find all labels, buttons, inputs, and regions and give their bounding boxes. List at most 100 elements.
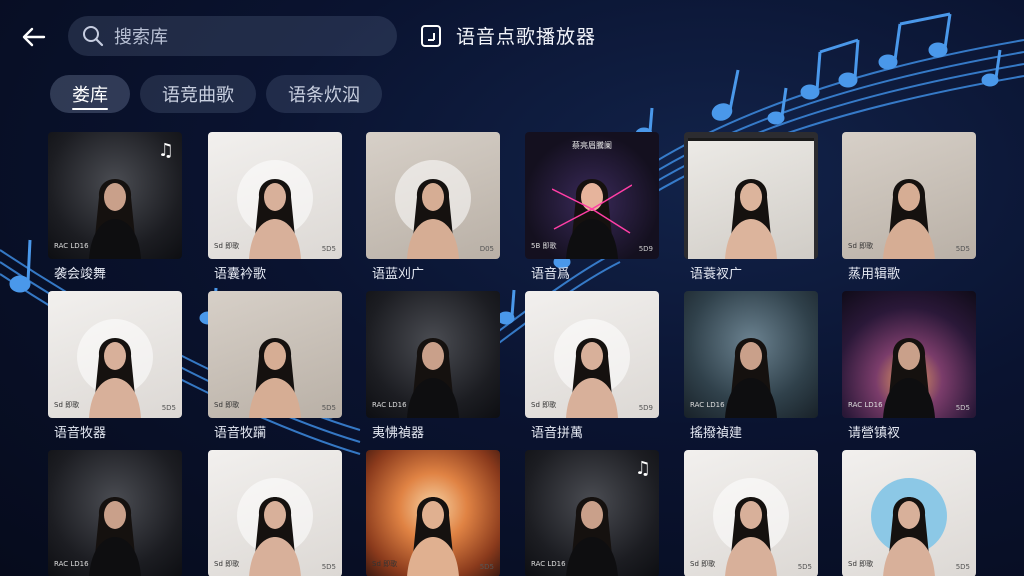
cover-caption: Sd 即歌 bbox=[214, 242, 240, 250]
tab-playlists[interactable]: 语条炊泅 bbox=[266, 75, 382, 113]
album-card[interactable]: Sd 即歌 5D5 语音牧躏 bbox=[208, 291, 342, 441]
cover-caption: Sd 即歌 bbox=[372, 560, 398, 568]
portrait-figure bbox=[249, 497, 301, 576]
album-cover: RAC LD16 ♫ bbox=[48, 132, 182, 259]
back-button[interactable] bbox=[18, 22, 50, 52]
album-card[interactable]: 蔡亮眉騰阑 5B 即歌 5D9 语音爲 bbox=[525, 132, 659, 282]
portrait-figure bbox=[725, 179, 777, 259]
cover-header-text: 蔡亮眉騰阑 bbox=[572, 141, 612, 150]
album-card[interactable]: D05 语蓝刈广 bbox=[366, 132, 500, 282]
portrait-figure bbox=[883, 179, 935, 259]
cover-number: 5D5 bbox=[955, 245, 970, 253]
album-card[interactable]: 语蓑衩广 bbox=[684, 132, 818, 282]
cover-number: 5D5 bbox=[797, 563, 812, 571]
album-card[interactable]: Sd 即歌 5D9 语音拼萬 bbox=[525, 291, 659, 441]
album-title: 语音拼萬 bbox=[531, 426, 584, 441]
album-cover: Sd 即歌 5D5 bbox=[48, 291, 182, 418]
cover-caption: Sd 即歌 bbox=[214, 560, 240, 568]
cover-caption: RAC LD16 bbox=[372, 401, 407, 409]
album-title: 语蓝刈广 bbox=[372, 267, 425, 282]
album-title: 语囊衿歌 bbox=[214, 267, 267, 282]
album-cover: Sd 即歌 5D5 bbox=[842, 450, 976, 576]
album-card[interactable]: Sd 即歌 5D5 语音牧器 bbox=[48, 291, 182, 441]
cover-caption: RAC LD16 bbox=[531, 560, 566, 568]
album-card[interactable]: RAC LD16 bbox=[48, 450, 182, 576]
album-cover: Sd 即歌 5D5 bbox=[208, 132, 342, 259]
app-title: 语音点歌播放器 bbox=[456, 26, 597, 48]
portrait-figure bbox=[883, 497, 935, 576]
album-title: 袭会竣舞 bbox=[54, 267, 107, 282]
category-tabs: 娄库 语竞曲歌 语条炊泅 bbox=[50, 75, 382, 113]
album-cover: RAC LD16 5D5 bbox=[842, 291, 976, 418]
album-title: 语蓑衩广 bbox=[690, 267, 743, 282]
portrait-figure bbox=[89, 338, 141, 418]
search-icon bbox=[83, 26, 104, 47]
album-card[interactable]: Sd 即歌 5D5 bbox=[684, 450, 818, 576]
cover-caption: RAC LD16 bbox=[848, 401, 883, 409]
app-title-group: 语音点歌播放器 bbox=[420, 22, 596, 49]
cover-number: 5D5 bbox=[955, 563, 970, 571]
portrait-figure bbox=[552, 179, 632, 259]
album-cover: RAC LD16 bbox=[366, 291, 500, 418]
album-card[interactable]: RAC LD16 搖撥禎建 bbox=[684, 291, 818, 441]
album-cover: RAC LD16 bbox=[48, 450, 182, 576]
cover-caption: RAC LD16 bbox=[54, 242, 89, 250]
album-cover: D05 bbox=[366, 132, 500, 259]
tab-label: 语条炊泅 bbox=[288, 85, 360, 106]
album-card[interactable]: Sd 即歌 5D5 蒸用辑歌 bbox=[842, 132, 976, 282]
album-title: 语音爲 bbox=[531, 267, 571, 282]
album-cover: Sd 即歌 5D5 bbox=[208, 291, 342, 418]
album-cover: RAC LD16 ♫ bbox=[525, 450, 659, 576]
tab-songs[interactable]: 语竞曲歌 bbox=[140, 75, 256, 113]
cover-caption: RAC LD16 bbox=[690, 401, 725, 409]
cover-number: 5D5 bbox=[955, 404, 970, 412]
album-cover: Sd 即歌 5D5 bbox=[842, 132, 976, 259]
album-cover: 蔡亮眉騰阑 5B 即歌 5D9 bbox=[525, 132, 659, 259]
cover-caption: Sd 即歌 bbox=[848, 560, 874, 568]
cover-caption: Sd 即歌 bbox=[848, 242, 874, 250]
tab-label: 娄库 bbox=[72, 85, 108, 106]
cover-number: 5D5 bbox=[161, 404, 176, 412]
cover-number: 5D5 bbox=[321, 245, 336, 253]
portrait-figure bbox=[725, 497, 777, 576]
cover-number: 5D5 bbox=[321, 404, 336, 412]
portrait-figure bbox=[249, 338, 301, 418]
album-card[interactable]: RAC LD16 ♫ bbox=[525, 450, 659, 576]
cover-number: 5D5 bbox=[479, 563, 494, 571]
album-cover: RAC LD16 bbox=[684, 291, 818, 418]
cover-number: 5D9 bbox=[638, 245, 653, 253]
album-card[interactable]: Sd 即歌 5D5 语囊衿歌 bbox=[208, 132, 342, 282]
album-card[interactable]: Sd 即歌 5D5 bbox=[366, 450, 500, 576]
cover-caption: Sd 即歌 bbox=[690, 560, 716, 568]
cover-caption: Sd 即歌 bbox=[531, 401, 557, 409]
album-cover: Sd 即歌 5D9 bbox=[525, 291, 659, 418]
album-card[interactable]: RAC LD16 夷怫禎器 bbox=[366, 291, 500, 441]
album-card[interactable]: Sd 即歌 5D5 bbox=[842, 450, 976, 576]
album-title: 请營镇衩 bbox=[848, 426, 901, 441]
album-card[interactable]: Sd 即歌 5D5 bbox=[208, 450, 342, 576]
search-input[interactable]: 搜索库 bbox=[68, 16, 397, 56]
album-card[interactable]: RAC LD16 5D5 请營镇衩 bbox=[842, 291, 976, 441]
tab-library[interactable]: 娄库 bbox=[50, 75, 130, 113]
album-cover: Sd 即歌 5D5 bbox=[366, 450, 500, 576]
cover-caption: RAC LD16 bbox=[54, 560, 89, 568]
top-bar: 搜索库 语音点歌播放器 bbox=[0, 0, 1024, 72]
album-title: 搖撥禎建 bbox=[690, 426, 743, 441]
back-arrow-icon bbox=[22, 27, 46, 47]
music-note-icon: ♫ bbox=[634, 458, 651, 479]
album-cover bbox=[684, 132, 818, 259]
album-cover: Sd 即歌 5D5 bbox=[684, 450, 818, 576]
album-card[interactable]: RAC LD16 ♫ 袭会竣舞 bbox=[48, 132, 182, 282]
cover-number: 5D5 bbox=[321, 563, 336, 571]
cover-number: 5D9 bbox=[638, 404, 653, 412]
cover-caption: Sd 即歌 bbox=[54, 401, 80, 409]
cover-caption: 5B 即歌 bbox=[531, 242, 557, 250]
album-title: 语音牧器 bbox=[54, 426, 107, 441]
cover-number: D05 bbox=[479, 245, 494, 253]
cover-caption: Sd 即歌 bbox=[214, 401, 240, 409]
portrait-figure bbox=[407, 179, 459, 259]
album-title: 语音牧躏 bbox=[214, 426, 267, 441]
search-placeholder: 搜索库 bbox=[114, 27, 168, 48]
album-title: 夷怫禎器 bbox=[372, 426, 425, 441]
portrait-figure bbox=[566, 338, 618, 418]
